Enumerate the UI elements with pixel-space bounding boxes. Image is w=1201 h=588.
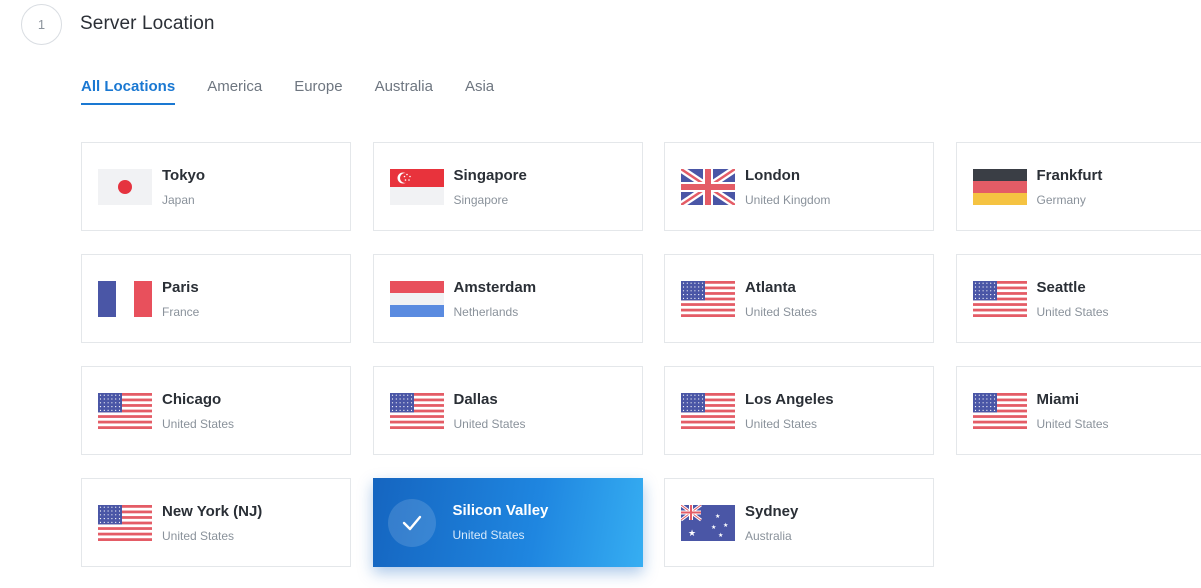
location-card-miami[interactable]: Miami United States [955, 366, 1201, 455]
location-tabs: All Locations America Europe Australia A… [81, 78, 526, 105]
uk-flag-icon [681, 169, 735, 205]
france-flag-icon [98, 281, 152, 317]
location-card-atlanta[interactable]: Atlanta United States [664, 254, 934, 343]
location-country: United Kingdom [745, 193, 831, 207]
tab-all-locations[interactable]: All Locations [81, 78, 176, 105]
usa-flag-icon [681, 281, 735, 317]
usa-flag-icon [98, 393, 152, 429]
selected-check-icon [387, 499, 436, 547]
location-city: Chicago [162, 391, 222, 408]
location-card-dallas[interactable]: Dallas United States [372, 366, 643, 455]
location-country: Australia [745, 529, 792, 543]
location-city: Sydney [745, 503, 799, 520]
location-city: Silicon Valley [452, 502, 549, 519]
location-card-seattle[interactable]: Seattle United States [955, 254, 1201, 343]
location-city: Miami [1036, 391, 1080, 408]
usa-flag-icon [389, 393, 444, 429]
step-number-badge: 1 [21, 4, 62, 45]
location-country: United States [162, 417, 235, 431]
usa-flag-icon [681, 393, 735, 429]
location-city: Singapore [453, 167, 527, 184]
location-city: Atlanta [745, 279, 796, 296]
location-card-frankfurt[interactable]: Frankfurt Germany [955, 142, 1201, 231]
location-city: Los Angeles [745, 391, 834, 408]
svg-text:★: ★ [688, 529, 696, 539]
location-card-new-york-nj[interactable]: New York (NJ) United States [81, 478, 351, 567]
netherlands-flag-icon [389, 281, 444, 317]
germany-flag-icon [972, 169, 1027, 205]
location-card-silicon-valley[interactable]: Silicon Valley United States [372, 478, 643, 567]
svg-text:★: ★ [718, 532, 723, 539]
location-card-paris[interactable]: Paris France [81, 254, 351, 343]
location-city: New York (NJ) [162, 503, 263, 520]
usa-flag-icon [972, 393, 1027, 429]
location-country: United States [1036, 417, 1109, 431]
location-country: Japan [162, 193, 195, 207]
location-country: Singapore [453, 193, 509, 207]
usa-flag-icon [972, 281, 1027, 317]
tab-asia[interactable]: Asia [465, 78, 494, 105]
location-country: United States [452, 528, 525, 542]
location-city: Dallas [453, 391, 498, 408]
singapore-flag-icon [389, 169, 444, 205]
location-country: United States [745, 417, 818, 431]
location-country: United States [745, 305, 818, 319]
tab-europe[interactable]: Europe [294, 78, 342, 105]
australia-flag-icon: ★ ★ ★ ★ ★ [681, 505, 735, 541]
location-card-amsterdam[interactable]: Amsterdam Netherlands [372, 254, 643, 343]
location-country: Germany [1036, 193, 1086, 207]
location-country: United States [162, 529, 235, 543]
japan-flag-icon [98, 169, 152, 205]
location-city: Tokyo [162, 167, 206, 184]
location-city: Seattle [1036, 279, 1086, 296]
tab-america[interactable]: America [207, 78, 262, 105]
location-card-tokyo[interactable]: Tokyo Japan [81, 142, 351, 231]
location-city: Amsterdam [453, 279, 537, 296]
location-city: Paris [162, 279, 199, 296]
svg-text:★: ★ [711, 524, 716, 531]
svg-text:★: ★ [715, 513, 720, 520]
location-country: United States [1036, 305, 1109, 319]
location-card-chicago[interactable]: Chicago United States [81, 366, 351, 455]
location-country: France [162, 305, 200, 319]
location-card-sydney[interactable]: ★ ★ ★ ★ ★ Sydney Australia [664, 478, 934, 567]
location-country: Netherlands [453, 305, 519, 319]
location-city: London [745, 167, 800, 184]
section-title: Server Location [80, 13, 215, 34]
location-card-singapore[interactable]: Singapore Singapore [372, 142, 643, 231]
location-city: Frankfurt [1036, 167, 1103, 184]
usa-flag-icon [98, 505, 152, 541]
location-card-london[interactable]: London United Kingdom [664, 142, 934, 231]
svg-text:★: ★ [723, 522, 728, 529]
tab-australia[interactable]: Australia [375, 78, 433, 105]
location-card-los-angeles[interactable]: Los Angeles United States [664, 366, 934, 455]
location-country: United States [453, 417, 526, 431]
